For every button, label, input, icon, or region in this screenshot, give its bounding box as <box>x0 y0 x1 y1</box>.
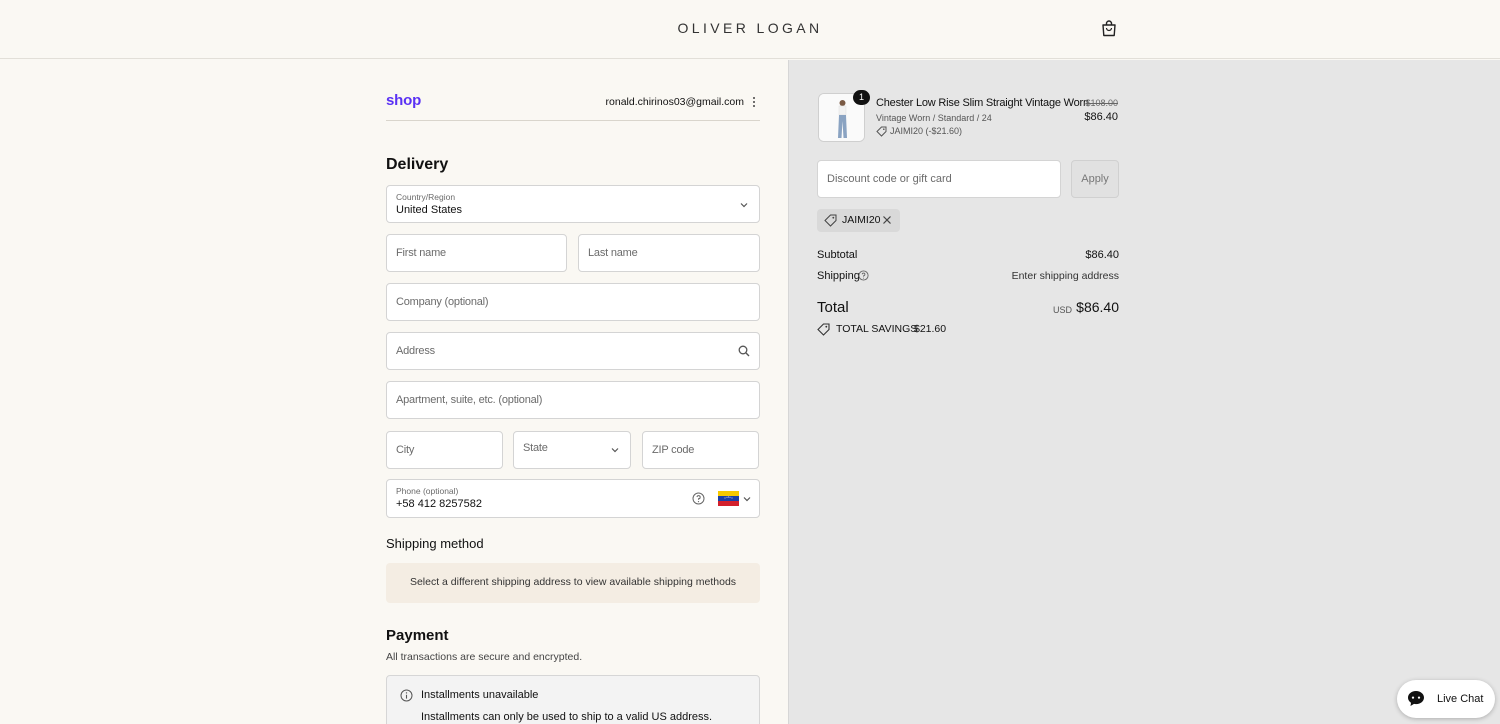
total-savings-label: TOTAL SAVINGS <box>836 323 918 335</box>
phone-field[interactable]: Phone (optional) +58 412 8257582 <box>386 479 760 518</box>
discount-code-input[interactable]: Discount code or gift card <box>817 160 1061 198</box>
shopping-bag-icon[interactable] <box>1101 19 1117 37</box>
zip-placeholder: ZIP code <box>652 444 695 456</box>
apply-button[interactable]: Apply <box>1071 160 1119 198</box>
first-name-placeholder: First name <box>396 247 446 259</box>
more-options-icon[interactable] <box>750 96 758 108</box>
account-email: ronald.chirinos03@gmail.com <box>605 96 744 108</box>
product-title: Chester Low Rise Slim Straight Vintage W… <box>876 97 1089 109</box>
live-chat-button[interactable]: Live Chat <box>1397 680 1495 718</box>
quantity-badge: 1 <box>853 90 870 105</box>
info-icon <box>400 689 413 702</box>
applied-discount-code: JAIMI20 <box>842 214 881 226</box>
original-price: $108.00 <box>1085 98 1118 108</box>
subtotal-label: Subtotal <box>817 249 858 261</box>
shipping-value: Enter shipping address <box>1011 270 1119 282</box>
payment-heading: Payment <box>386 627 449 644</box>
state-select[interactable]: State <box>513 431 631 469</box>
sale-price: $86.40 <box>1084 111 1118 123</box>
brand-logo[interactable]: OLIVER LOGAN <box>0 20 1500 36</box>
phone-label: Phone (optional) <box>396 486 459 496</box>
venezuela-flag-icon[interactable] <box>718 491 739 506</box>
total-amount: $86.40 <box>1076 299 1119 315</box>
company-field[interactable]: Company (optional) <box>386 283 760 321</box>
apartment-placeholder: Apartment, suite, etc. (optional) <box>396 394 543 406</box>
chevron-down-icon <box>611 448 619 453</box>
remove-discount-icon[interactable] <box>882 215 892 225</box>
last-name-placeholder: Last name <box>588 247 638 259</box>
shipping-method-notice: Select a different shipping address to v… <box>386 563 760 603</box>
total-currency: USD <box>1053 305 1073 315</box>
discount-tag-icon <box>876 126 887 137</box>
help-icon[interactable] <box>692 492 705 505</box>
country-select[interactable]: Country/Region United States <box>386 185 760 223</box>
city-field[interactable]: City <box>386 431 503 469</box>
chat-bubble-icon <box>1408 691 1424 706</box>
shop-pay-logo: shop <box>386 92 422 109</box>
shipping-help-icon[interactable] <box>858 270 869 281</box>
total-savings-amount: $21.60 <box>914 323 947 335</box>
last-name-field[interactable]: Last name <box>578 234 760 272</box>
live-chat-label: Live Chat <box>1437 693 1484 705</box>
search-icon <box>738 345 750 357</box>
zip-field[interactable]: ZIP code <box>642 431 759 469</box>
phone-value: +58 412 8257582 <box>396 498 482 510</box>
shipping-label: Shipping <box>817 270 860 282</box>
product-discount: JAIMI20 (-$21.60) <box>890 126 963 136</box>
chevron-down-icon <box>743 497 751 502</box>
installments-notice: Installments unavailable Installments ca… <box>386 675 760 724</box>
discount-code-placeholder: Discount code or gift card <box>827 173 952 185</box>
payment-subtitle: All transactions are secure and encrypte… <box>386 651 583 663</box>
address-placeholder: Address <box>396 345 435 357</box>
company-placeholder: Company (optional) <box>396 296 489 308</box>
savings-tag-icon <box>817 323 830 336</box>
tag-icon <box>824 214 837 227</box>
subtotal-value: $86.40 <box>1085 249 1119 261</box>
state-placeholder: State <box>523 442 548 454</box>
divider <box>386 120 760 121</box>
shipping-method-heading: Shipping method <box>386 536 484 551</box>
chevron-down-icon <box>740 203 748 208</box>
country-value: United States <box>396 204 463 216</box>
delivery-heading: Delivery <box>386 156 449 173</box>
product-variant: Vintage Worn / Standard / 24 <box>876 113 992 123</box>
apartment-field[interactable]: Apartment, suite, etc. (optional) <box>386 381 760 419</box>
applied-discount-chip: JAIMI20 <box>817 209 900 232</box>
country-label: Country/Region <box>396 192 456 202</box>
installments-title: Installments unavailable <box>421 689 539 701</box>
total-label: Total <box>817 299 849 316</box>
header: OLIVER LOGAN <box>0 0 1500 59</box>
first-name-field[interactable]: First name <box>386 234 567 272</box>
address-field[interactable]: Address <box>386 332 760 370</box>
installments-note: Installments can only be used to ship to… <box>421 711 713 723</box>
city-placeholder: City <box>396 444 415 456</box>
